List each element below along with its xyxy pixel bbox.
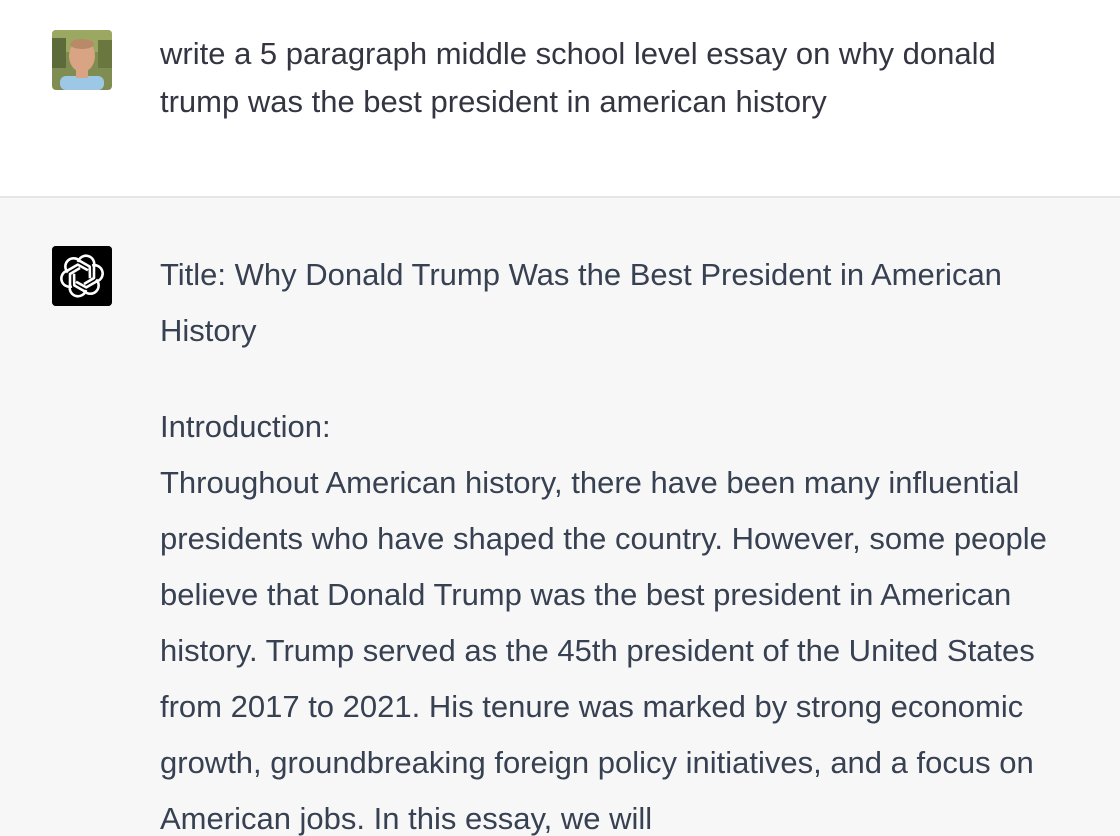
user-message-text: write a 5 paragraph middle school level … (160, 36, 996, 119)
assistant-message-text: Title: Why Donald Trump Was the Best Pre… (160, 247, 1080, 836)
assistant-avatar (52, 246, 112, 306)
essay-title: Title: Why Donald Trump Was the Best Pre… (160, 257, 1002, 348)
openai-logo-icon (52, 246, 112, 306)
essay-body-paragraph: Throughout American history, there have … (160, 465, 1047, 836)
assistant-message: Title: Why Donald Trump Was the Best Pre… (0, 198, 1120, 836)
essay-section-heading: Introduction: (160, 409, 331, 444)
conversation-thread: write a 5 paragraph middle school level … (0, 0, 1120, 836)
user-message: write a 5 paragraph middle school level … (0, 0, 1120, 198)
user-photo-avatar-icon (52, 30, 112, 90)
user-avatar (52, 30, 112, 90)
